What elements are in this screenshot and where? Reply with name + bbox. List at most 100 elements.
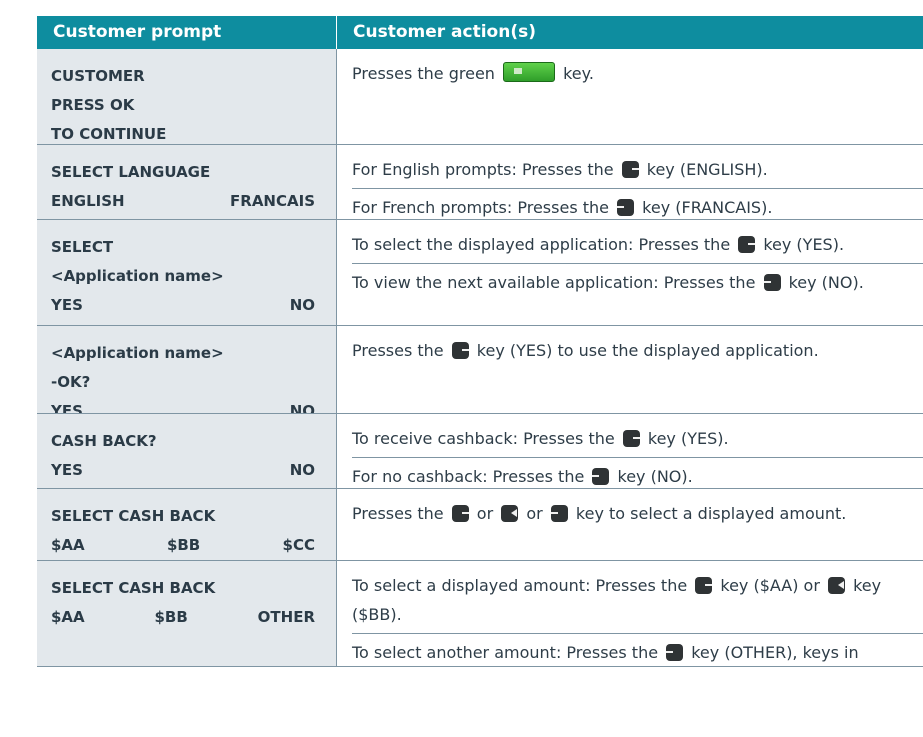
prompt-line: CASH BACK? [51,427,336,456]
header-customer-prompt: Customer prompt [53,22,222,42]
left-key-icon [451,342,469,359]
prompt-text: NO [289,461,315,479]
action-text-segment: key (NO). [783,273,864,292]
action-text-segment: To select a displayed amount: Presses th… [352,576,693,595]
prompt-text: PRESS OK [51,96,135,114]
prompt-text: SELECT CASH BACK [51,579,216,597]
prompt-text: $CC [282,536,315,554]
prompt-cell: SELECT CASH BACK $AA $BB OTHER [37,561,336,666]
action-text-segment: key to select a displayed amount. [570,504,847,523]
action-text: Presses the or or key to select a displa… [352,499,923,557]
action-text-segment: key (YES) to use the displayed applicati… [471,341,819,360]
prompt-cell: CASH BACK? YES NO [37,414,336,488]
prompt-cell: CUSTOMER PRESS OK TO CONTINUE [37,49,336,144]
prompt-text: <Application name> [51,267,224,285]
prompt-text: YES [51,402,83,413]
prompt-line: SELECT LANGUAGE [51,158,336,187]
action-text-segment: Presses the green [352,64,501,83]
prompt-text: $AA [51,536,85,554]
table-row: CUSTOMER PRESS OK TO CONTINUE Presses the g… [37,49,923,145]
middle-key-icon [828,577,845,594]
right-key-icon [763,274,781,291]
left-key-icon [621,161,639,178]
prompt-cell: <Application name> -OK? YES NO [37,326,336,413]
prompt-line: YES NO [51,291,315,320]
action-text-segment: For no cashback: Presses the [352,467,590,486]
prompt-text: SELECT CASH BACK [51,507,216,525]
prompt-text: SELECT LANGUAGE [51,163,211,181]
action-cell: Presses the green key. [336,49,923,144]
left-key-icon [695,577,713,594]
action-text-segment: key (NO). [612,467,693,486]
action-text-segment: To select the displayed application: Pre… [352,235,736,254]
prompt-line: CUSTOMER [51,62,336,91]
action-text-segment: or [521,504,548,523]
action-text-segment: key ($AA) or [715,576,825,595]
action-text-segment: For French prompts: Presses the [352,198,615,217]
action-text: To select another amount: Presses the ke… [352,633,923,666]
prompt-text: ENGLISH [51,192,125,210]
header-customer-actions: Customer action(s) [336,16,923,49]
prompt-line: -OK? [51,368,336,397]
prompt-line: YES NO [51,456,315,485]
prompt-line: SELECT [51,233,336,262]
prompt-text: $AA [51,608,85,626]
action-text: To select a displayed amount: Presses th… [352,571,923,629]
table-row: SELECT LANGUAGE ENGLISH FRANCAIS For Englis… [37,145,923,220]
prompt-text: YES [51,296,83,314]
action-text: To receive cashback: Presses the key (YE… [352,424,923,453]
action-cell: To select a displayed amount: Presses th… [336,561,923,666]
prompt-text: CUSTOMER [51,67,145,85]
prompt-line: YES NO [51,397,315,413]
action-text-segment: To select another amount: Presses the [352,643,664,662]
table-header: Customer prompt Customer action(s) [37,16,923,49]
table-row: CASH BACK? YES NO To receive cashback: Pres… [37,414,923,489]
prompt-line: ENGLISH FRANCAIS [51,187,315,216]
action-text: Presses the green key. [352,59,923,88]
table-row: SELECT CASH BACK $AA $BB $CC Presses the or … [37,489,923,561]
prompt-text: TO CONTINUE [51,125,167,143]
prompt-text: SELECT [51,238,114,256]
prompt-text: NO [289,296,315,314]
prompt-text: $BB [166,536,201,554]
prompts-table: Customer prompt Customer action(s) CUSTO… [37,16,923,667]
prompt-text: YES [51,461,83,479]
prompt-line: <Application name> [51,339,336,368]
table-row: SELECT <Application name> YES NO To select t… [37,220,923,326]
action-text: For French prompts: Presses the key (FRA… [352,188,923,219]
action-text: Presses the key (YES) to use the display… [352,336,923,365]
table-row: SELECT CASH BACK $AA $BB OTHER To select a d… [37,561,923,667]
prompt-text: CASH BACK? [51,432,157,450]
action-text: To select the displayed application: Pre… [352,230,923,259]
prompt-line: $AA $BB $CC [51,531,315,560]
action-text: For no cashback: Presses the key (NO). [352,457,923,488]
action-cell: To receive cashback: Presses the key (YE… [336,414,923,488]
action-text-segment: Presses the [352,504,449,523]
prompt-cell: SELECT CASH BACK $AA $BB $CC [37,489,336,560]
action-text-segment: or [471,504,499,523]
prompt-line: SELECT CASH BACK [51,574,336,603]
right-key-icon [617,199,635,216]
action-cell: For English prompts: Presses the key (EN… [336,145,923,219]
prompt-cell: SELECT <Application name> YES NO [37,220,336,325]
prompt-line: SELECT CASH BACK [51,502,336,531]
right-key-icon [592,468,610,485]
right-key-icon [666,644,684,661]
action-text-segment: key (ENGLISH). [641,160,768,179]
table-body: CUSTOMER PRESS OK TO CONTINUE Presses the g… [37,49,923,667]
prompt-text: FRANCAIS [230,192,315,210]
prompt-line: TO CONTINUE [51,120,336,144]
green-ok-key-icon [503,62,556,82]
prompt-text: NO [289,402,315,413]
left-key-icon [451,505,469,522]
left-key-icon [738,236,756,253]
prompt-line: <Application name> [51,262,336,291]
action-text-segment: key (YES). [758,235,845,254]
prompt-text: <Application name> [51,344,224,362]
action-cell: To select the displayed application: Pre… [336,220,923,325]
prompt-text: -OK? [51,373,91,391]
action-cell: Presses the or or key to select a displa… [336,489,923,560]
action-text-segment: For English prompts: Presses the [352,160,619,179]
action-text-segment: key (FRANCAIS). [637,198,773,217]
left-key-icon [622,430,640,447]
